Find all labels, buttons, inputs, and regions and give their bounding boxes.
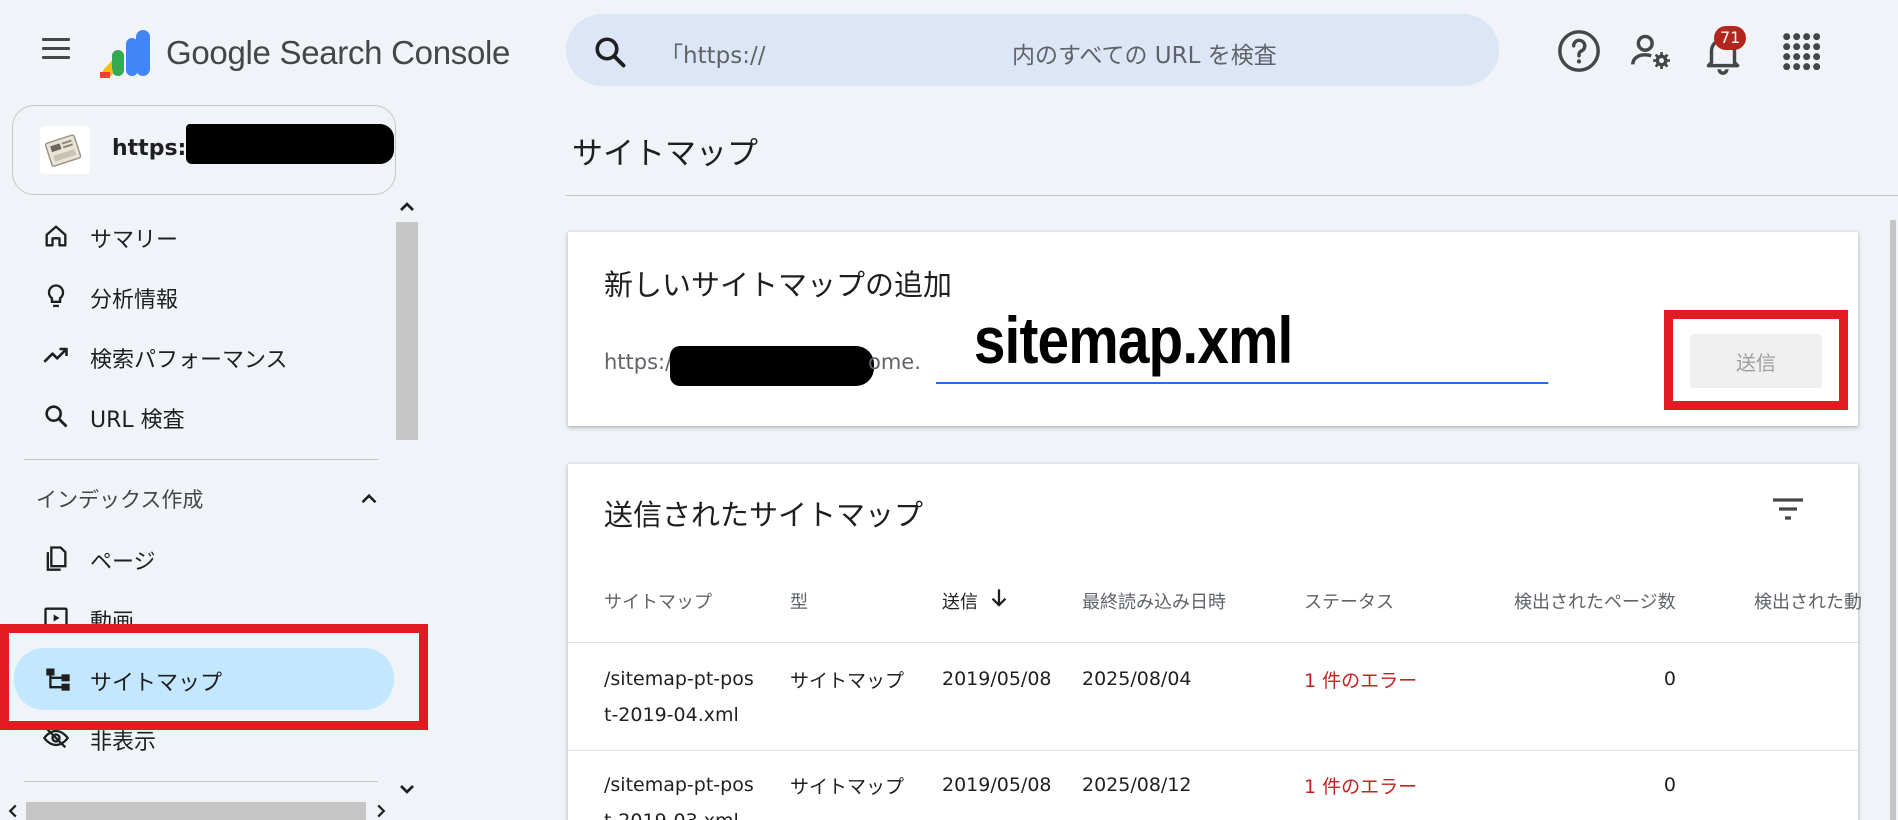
sidebar-item-label: 検索パフォーマンス xyxy=(90,348,288,373)
redacted-property-url xyxy=(186,124,394,164)
row-last-read-date: 2025/08/04 xyxy=(1082,668,1192,690)
row-sitemap-path-line1: /sitemap-pt-pos xyxy=(604,774,754,796)
row-sitemap-path-line2: t-2019-04.xml xyxy=(604,704,739,726)
add-sitemap-title: 新しいサイトマップの追加 xyxy=(604,268,953,302)
row-last-read-date: 2025/08/12 xyxy=(1082,774,1192,796)
apps-grid-icon[interactable] xyxy=(1780,30,1820,70)
notification-count-badge: 71 xyxy=(1714,26,1747,50)
row-status-error: 1 件のエラー xyxy=(1304,776,1418,798)
row-status-error: 1 件のエラー xyxy=(1304,670,1418,692)
home-icon xyxy=(45,225,67,247)
search-console-logo-icon xyxy=(100,30,150,78)
row-submitted-date: 2019/05/08 xyxy=(942,774,1052,796)
submitted-sitemaps-title: 送信されたサイトマップ xyxy=(604,498,924,532)
hamburger-icon xyxy=(42,38,70,41)
highlight-box-sitemap-nav xyxy=(0,624,428,730)
sidebar-item-label: 分析情報 xyxy=(90,288,179,313)
filter-icon[interactable] xyxy=(1770,494,1806,524)
column-header-discovered-videos[interactable]: 検出された動 xyxy=(1754,588,1862,614)
search-icon[interactable] xyxy=(592,34,628,70)
sidebar-scroll-thumb[interactable] xyxy=(396,222,418,440)
search-icon xyxy=(45,405,68,428)
sidebar-section-indexing[interactable]: インデックス作成 xyxy=(36,484,203,514)
sidebar-item-label: サマリー xyxy=(90,228,179,253)
sitemap-url-prefix: https:/ xyxy=(604,350,673,374)
sidebar-item-url-inspection[interactable]: URL 検査 xyxy=(12,388,396,444)
chevron-up-icon[interactable] xyxy=(356,486,382,512)
page-title: サイトマップ xyxy=(572,136,758,172)
redacted-site-url xyxy=(670,346,874,386)
sidebar-item-pages[interactable]: ページ xyxy=(12,530,396,586)
sidebar-item-label: URL 検査 xyxy=(90,408,185,433)
sitemap-url-input[interactable] xyxy=(936,298,1549,384)
row-discovered-pages: 0 xyxy=(1663,774,1676,796)
search-console-window: Google Search Console 「https:// 内のすべての U… xyxy=(0,0,1898,820)
row-sitemap-path-line2: t-2019-03.xml xyxy=(604,810,739,820)
pages-icon xyxy=(46,546,67,571)
help-icon[interactable] xyxy=(1556,28,1602,74)
trending-up-icon xyxy=(43,347,68,363)
table-row[interactable] xyxy=(568,643,1858,750)
column-header-discovered-pages[interactable]: 検出されたページ数 xyxy=(1514,588,1676,614)
sidebar-item-insights[interactable]: 分析情報 xyxy=(12,268,396,324)
sidebar-divider xyxy=(24,781,378,782)
search-placeholder-prefix: 「https:// xyxy=(660,43,766,69)
title-divider xyxy=(566,195,1898,196)
sidebar-item-search-performance[interactable]: 検索パフォーマンス xyxy=(12,328,396,384)
sort-arrow-down-icon[interactable] xyxy=(990,588,1008,608)
sidebar-item-summary[interactable]: サマリー xyxy=(12,208,396,264)
column-header-submitted[interactable]: 送信 xyxy=(942,588,978,614)
table-row[interactable]: /sitemap-pt-pos t-2019-03.xml サイトマップ 201… xyxy=(568,751,1858,820)
sidebar-item-label: ページ xyxy=(90,550,156,575)
column-header-type[interactable]: 型 xyxy=(790,588,808,614)
row-submitted-date: 2019/05/08 xyxy=(942,668,1052,690)
app-brand-name: Google Search Console xyxy=(166,34,511,71)
lightbulb-icon xyxy=(47,284,65,308)
search-placeholder-suffix: 内のすべての URL を検査 xyxy=(1012,43,1277,69)
column-header-status[interactable]: ステータス xyxy=(1304,588,1394,614)
main-scroll-thumb[interactable] xyxy=(1890,220,1896,820)
sidebar-horizontal-scroll-thumb[interactable] xyxy=(26,802,366,820)
property-favicon xyxy=(40,126,90,174)
scroll-right-arrow-icon[interactable] xyxy=(374,802,388,820)
row-discovered-pages: 0 xyxy=(1663,668,1676,690)
scroll-down-arrow-icon[interactable] xyxy=(398,780,416,798)
row-type: サイトマップ xyxy=(790,670,905,692)
sidebar-divider xyxy=(24,459,378,460)
sitemap-url-prefix-tail: ome. xyxy=(868,350,921,374)
highlight-box-submit xyxy=(1664,310,1848,410)
main-menu-button[interactable] xyxy=(30,32,74,68)
row-sitemap-path-line1: /sitemap-pt-pos xyxy=(604,668,754,690)
scroll-left-arrow-icon[interactable] xyxy=(6,802,20,820)
scroll-up-arrow-icon[interactable] xyxy=(398,198,416,216)
column-header-sitemap[interactable]: サイトマップ xyxy=(604,588,712,614)
row-type: サイトマップ xyxy=(790,776,905,798)
column-header-last-read[interactable]: 最終読み込み日時 xyxy=(1082,588,1226,614)
user-settings-icon[interactable] xyxy=(1628,28,1674,74)
